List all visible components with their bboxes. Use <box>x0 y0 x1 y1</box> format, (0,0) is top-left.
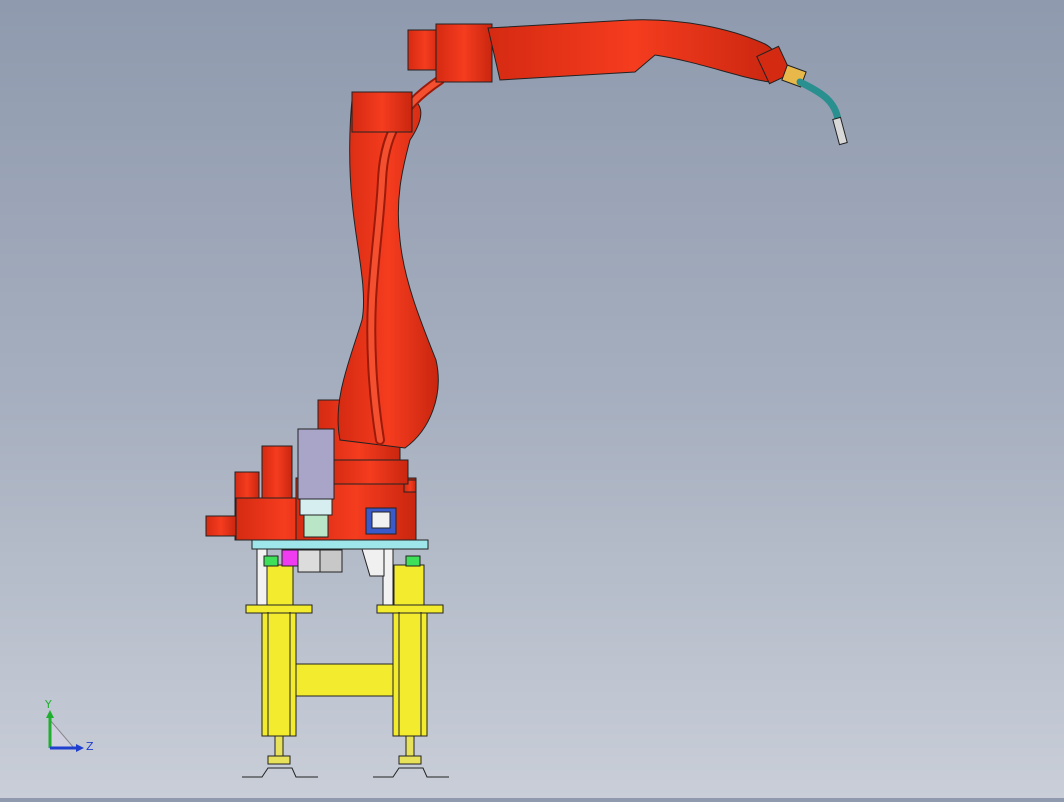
upper-arm <box>487 19 780 83</box>
coordinate-triad <box>46 710 84 752</box>
welding-torch-cable <box>796 78 842 124</box>
stand-frame <box>245 564 444 737</box>
leveling-feet <box>242 735 449 778</box>
robot-model[interactable] <box>0 0 1064 798</box>
torch-tip <box>832 116 848 146</box>
cad-viewport[interactable]: Y Z <box>0 0 1064 798</box>
z-axis-label: Z <box>86 740 94 753</box>
elbow-joint <box>351 23 493 133</box>
y-axis-label: Y <box>45 698 52 711</box>
